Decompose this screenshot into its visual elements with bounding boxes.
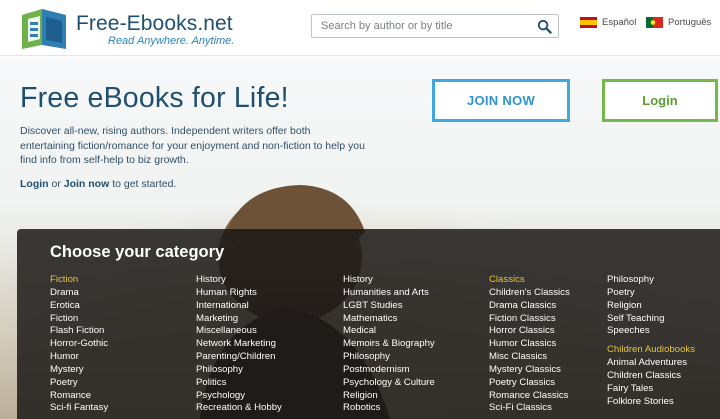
- category-link[interactable]: Fiction: [50, 313, 108, 326]
- category-link[interactable]: Humanities and Arts: [343, 287, 435, 300]
- category-link[interactable]: Drama: [50, 287, 108, 300]
- category-column-5: Philosophy Poetry Religion Self Teaching…: [607, 274, 695, 408]
- category-link[interactable]: Sci-fi Fantasy: [50, 402, 108, 415]
- category-link[interactable]: Humor Classics: [489, 338, 570, 351]
- language-portuguese-label: Português: [668, 17, 712, 28]
- category-link[interactable]: Erotica: [50, 300, 108, 313]
- search-box: [311, 14, 559, 38]
- hero-title: Free eBooks for Life!: [20, 82, 289, 114]
- cta-rest-text: to get started.: [112, 178, 177, 190]
- category-link[interactable]: Drama Classics: [489, 300, 570, 313]
- category-column-2: History Human Rights International Marke…: [196, 274, 282, 415]
- category-heading-classics[interactable]: Classics: [489, 274, 570, 287]
- category-heading-children-audiobooks[interactable]: Children Audiobooks: [607, 344, 695, 357]
- login-link[interactable]: Login: [20, 178, 49, 190]
- category-link[interactable]: Robotics: [343, 402, 435, 415]
- category-link[interactable]: Romance Classics: [489, 390, 570, 403]
- category-link[interactable]: Philosophy: [607, 274, 695, 287]
- category-link[interactable]: Politics: [196, 377, 282, 390]
- category-link[interactable]: Speeches: [607, 325, 695, 338]
- cta-or-text: or: [51, 178, 61, 190]
- category-link[interactable]: Self Teaching: [607, 313, 695, 326]
- category-link[interactable]: Poetry: [607, 287, 695, 300]
- category-column-4: Classics Children's Classics Drama Class…: [489, 274, 570, 415]
- category-link[interactable]: Fairy Tales: [607, 383, 695, 396]
- book-logo-icon[interactable]: [20, 5, 68, 49]
- category-link[interactable]: Folklore Stories: [607, 396, 695, 409]
- category-heading-fiction[interactable]: Fiction: [50, 274, 108, 287]
- category-panel-title: Choose your category: [50, 243, 225, 261]
- category-link[interactable]: History: [196, 274, 282, 287]
- search-input[interactable]: [312, 15, 532, 37]
- category-link[interactable]: Mathematics: [343, 313, 435, 326]
- portugal-flag-icon: [646, 17, 663, 28]
- category-link[interactable]: Psychology: [196, 390, 282, 403]
- category-link[interactable]: Sci-Fi Classics: [489, 402, 570, 415]
- category-link[interactable]: Romance: [50, 390, 108, 403]
- category-link[interactable]: Human Rights: [196, 287, 282, 300]
- category-link[interactable]: Children Classics: [607, 370, 695, 383]
- category-link[interactable]: Humor: [50, 351, 108, 364]
- category-column-3: History Humanities and Arts LGBT Studies…: [343, 274, 435, 415]
- category-link[interactable]: Medical: [343, 325, 435, 338]
- category-link[interactable]: Horror Classics: [489, 325, 570, 338]
- category-panel: Choose your category Fiction Drama Eroti…: [17, 229, 720, 419]
- category-link[interactable]: Network Marketing: [196, 338, 282, 351]
- language-spanish-link[interactable]: Español: [580, 17, 636, 28]
- category-link[interactable]: Religion: [607, 300, 695, 313]
- language-spanish-label: Español: [602, 17, 637, 28]
- language-portuguese-link[interactable]: Português: [646, 17, 711, 28]
- category-link[interactable]: International: [196, 300, 282, 313]
- category-link[interactable]: Poetry: [50, 377, 108, 390]
- category-link[interactable]: History: [343, 274, 435, 287]
- category-link[interactable]: Misc Classics: [489, 351, 570, 364]
- category-link[interactable]: Children's Classics: [489, 287, 570, 300]
- category-link[interactable]: Postmodernism: [343, 364, 435, 377]
- login-button[interactable]: Login: [602, 79, 718, 122]
- category-link[interactable]: Marketing: [196, 313, 282, 326]
- site-header: Free-Ebooks.net Read Anywhere. Anytime. …: [0, 0, 720, 56]
- join-now-link[interactable]: Join now: [64, 178, 110, 190]
- brand-tagline: Read Anywhere. Anytime.: [108, 35, 235, 47]
- search-icon[interactable]: [537, 19, 552, 34]
- category-link[interactable]: Religion: [343, 390, 435, 403]
- join-now-button[interactable]: JOIN NOW: [432, 79, 570, 122]
- category-link[interactable]: Horror-Gothic: [50, 338, 108, 351]
- category-link[interactable]: Flash Fiction: [50, 325, 108, 338]
- category-link[interactable]: Mystery: [50, 364, 108, 377]
- category-link[interactable]: Philosophy: [196, 364, 282, 377]
- category-link[interactable]: LGBT Studies: [343, 300, 435, 313]
- category-link[interactable]: Philosophy: [343, 351, 435, 364]
- category-column-1: Fiction Drama Erotica Fiction Flash Fict…: [50, 274, 108, 415]
- category-link[interactable]: Fiction Classics: [489, 313, 570, 326]
- category-link[interactable]: Mystery Classics: [489, 364, 570, 377]
- category-link[interactable]: Animal Adventures: [607, 357, 695, 370]
- category-link[interactable]: Psychology & Culture: [343, 377, 435, 390]
- category-link[interactable]: Memoirs & Biography: [343, 338, 435, 351]
- category-link[interactable]: Poetry Classics: [489, 377, 570, 390]
- brand-name[interactable]: Free-Ebooks.net: [76, 12, 233, 36]
- category-link[interactable]: Miscellaneous: [196, 325, 282, 338]
- category-link[interactable]: Recreation & Hobby: [196, 402, 282, 415]
- hero-description: Discover all-new, rising authors. Indepe…: [20, 125, 365, 167]
- spain-flag-icon: [580, 17, 597, 28]
- category-link[interactable]: Parenting/Children: [196, 351, 282, 364]
- hero-cta-line: Login or Join now to get started.: [20, 178, 176, 190]
